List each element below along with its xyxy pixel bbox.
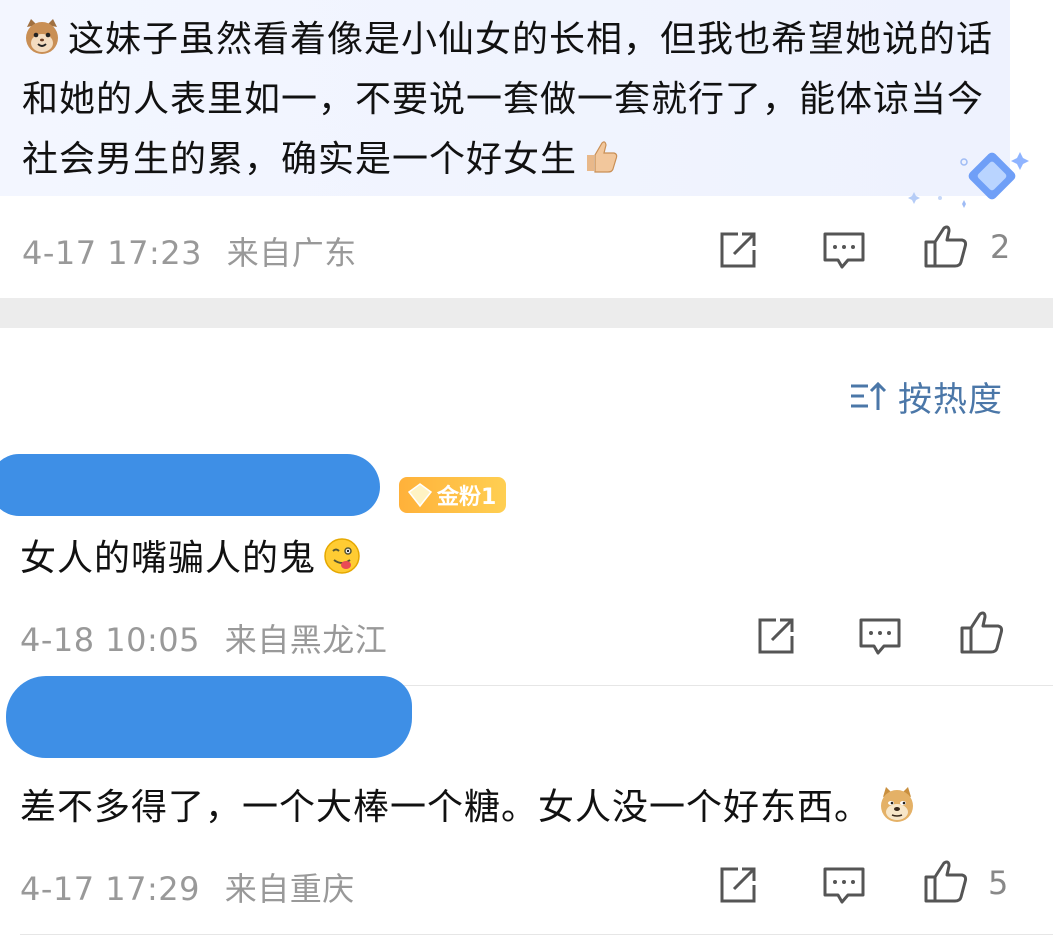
like-count: 5 (988, 864, 1009, 902)
thumbs-up-icon (924, 860, 968, 903)
tongue-face-emoji-icon (322, 536, 362, 576)
thumbs-up-icon (960, 611, 1004, 654)
fan-badge: 金粉1 (399, 477, 507, 513)
share-icon (720, 867, 756, 903)
like-button[interactable] (922, 222, 970, 270)
diamond-decoration-icon (908, 152, 1029, 208)
comment-meta: 4-17 17:29 来自重庆 (20, 864, 355, 910)
timestamp: 4-17 17:29 (20, 870, 201, 908)
timestamp: 4-17 17:23 (22, 234, 203, 272)
comment-icon (859, 618, 901, 655)
top-comment-text: 这妹子虽然看着像是小仙女的长相，但我也希望她说的话和她的人表里如一，不要说一套做… (22, 19, 994, 180)
badge-label: 金粉1 (437, 485, 497, 510)
comment-text: 差不多得了，一个大棒一个糖。女人没一个好东西。 (20, 787, 872, 828)
like-button[interactable] (922, 857, 970, 905)
comment-icon (823, 232, 865, 269)
redacted-username (6, 676, 412, 758)
comment-text: 女人的嘴骗人的鬼 (20, 538, 317, 579)
comment-text-row: 差不多得了，一个大棒一个糖。女人没一个好东西。 (20, 782, 923, 834)
cat-face-emoji-icon (22, 16, 62, 56)
share-button[interactable] (714, 226, 762, 274)
share-button[interactable] (752, 612, 800, 660)
comment-meta: 4-18 10:05 来自黑龙江 (20, 615, 387, 661)
top-comment-text-block: 这妹子虽然看着像是小仙女的长相，但我也希望她说的话和她的人表里如一，不要说一套做… (22, 10, 997, 190)
location: 来自广东 (226, 234, 357, 272)
sort-icon (851, 381, 887, 410)
location: 来自黑龙江 (224, 621, 388, 659)
like-count: 2 (990, 228, 1011, 266)
sort-by-hot-button[interactable]: 按热度 (848, 370, 1003, 422)
share-icon (758, 618, 794, 654)
top-comment-meta: 4-17 17:23 来自广东 (22, 228, 357, 274)
doge-emoji-icon (877, 785, 917, 825)
comment-icon (823, 867, 865, 904)
timestamp: 4-18 10:05 (20, 621, 201, 659)
redacted-username (0, 454, 380, 516)
location: 来自重庆 (224, 870, 355, 908)
reply-button[interactable] (820, 226, 868, 274)
comment-text-row: 女人的嘴骗人的鬼 (20, 533, 368, 585)
share-icon (720, 232, 756, 268)
comment-divider (20, 934, 1053, 935)
sort-label: 按热度 (898, 379, 1003, 420)
share-button[interactable] (714, 861, 762, 909)
like-button[interactable] (958, 608, 1006, 656)
thumbs-up-icon (924, 225, 968, 268)
thumbs-up-emoji-icon (581, 136, 621, 176)
reply-button[interactable] (856, 612, 904, 660)
reply-button[interactable] (820, 861, 868, 909)
section-separator (0, 298, 1053, 328)
diamond-badge-icon (407, 483, 433, 508)
